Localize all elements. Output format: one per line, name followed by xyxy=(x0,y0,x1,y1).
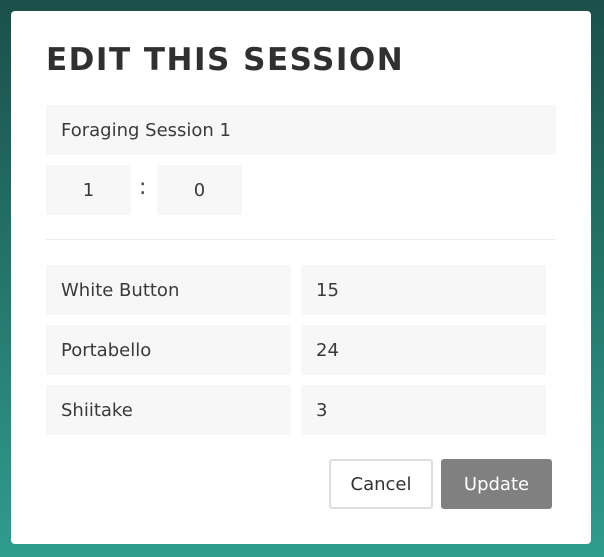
hours-input[interactable] xyxy=(46,165,131,215)
cancel-button[interactable]: Cancel xyxy=(329,459,433,509)
modal-title: EDIT THIS SESSION xyxy=(46,42,405,78)
mushroom-count-input[interactable] xyxy=(301,265,546,315)
update-button[interactable]: Update xyxy=(441,459,552,509)
mushroom-name-input[interactable] xyxy=(46,385,291,435)
mushroom-count-input[interactable] xyxy=(301,325,546,375)
minutes-input[interactable] xyxy=(157,165,242,215)
mushroom-count-input[interactable] xyxy=(301,385,546,435)
time-separator: : xyxy=(139,175,147,200)
edit-session-modal: EDIT THIS SESSION : Cancel Update xyxy=(11,11,591,544)
mushroom-name-input[interactable] xyxy=(46,265,291,315)
divider xyxy=(46,239,556,240)
mushroom-name-input[interactable] xyxy=(46,325,291,375)
session-name-input[interactable] xyxy=(46,105,556,155)
